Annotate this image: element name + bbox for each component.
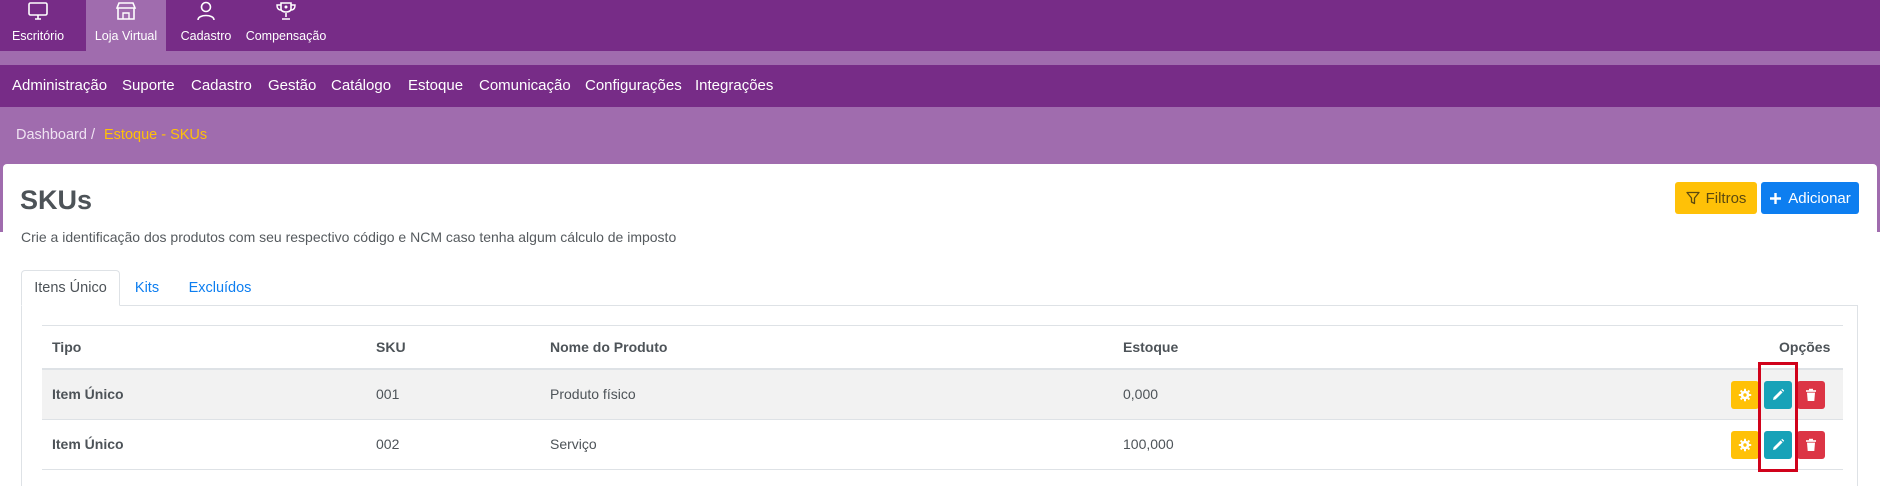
main-menu: Administração Suporte Cadastro Gestão Ca… (0, 65, 1880, 107)
add-button[interactable]: Adicionar (1761, 182, 1859, 214)
settings-button[interactable] (1731, 431, 1759, 459)
breadcrumb-dashboard[interactable]: Dashboard (16, 127, 87, 143)
page-subtitle: Crie a identificação dos produtos com se… (21, 229, 677, 245)
breadcrumb-current: Estoque - SKUs (104, 127, 208, 143)
breadcrumb-separator: / (91, 127, 96, 143)
cell-nome: Produto físico (550, 386, 636, 402)
table-row: Item Único 002 Serviço 100,000 (42, 420, 1843, 470)
table-row: Item Único 001 Produto físico 0,000 (42, 370, 1843, 420)
menu-item-gestao[interactable]: Gestão (268, 77, 316, 94)
filter-icon (1685, 191, 1700, 205)
monitor-icon (28, 2, 48, 20)
gear-icon (1738, 388, 1752, 402)
cell-sku: 002 (376, 436, 400, 452)
trash-icon (1806, 438, 1816, 451)
menu-item-configuracoes[interactable]: Configurações (585, 77, 682, 94)
cell-estoque: 0,000 (1123, 386, 1159, 402)
header-stripe (0, 51, 1880, 65)
cell-sku: 001 (376, 386, 400, 402)
tab-kits[interactable]: Kits (124, 270, 170, 306)
cell-tipo: Item Único (52, 436, 124, 452)
add-button-label: Adicionar (1788, 189, 1851, 207)
store-icon (115, 2, 137, 20)
page-title: SKUs (20, 185, 93, 215)
menu-item-administracao[interactable]: Administração (12, 77, 107, 94)
module-label: Cadastro (180, 29, 232, 43)
module-label: Loja Virtual (94, 29, 158, 43)
cell-estoque: 100,000 (1123, 436, 1174, 452)
column-header-estoque: Estoque (1123, 339, 1179, 355)
module-compensacao[interactable]: Compensação (244, 0, 328, 51)
menu-item-estoque[interactable]: Estoque (408, 77, 463, 94)
module-bar: Escritório Loja Virtual Cadastro Compens… (0, 0, 1880, 51)
column-header-sku: SKU (376, 339, 406, 355)
gear-icon (1738, 438, 1752, 452)
tab-itens-unico[interactable]: Itens Único (21, 270, 120, 306)
module-label: Compensação (245, 29, 327, 43)
trophy-icon (276, 2, 296, 20)
menu-item-cadastro[interactable]: Cadastro (191, 77, 252, 94)
table-header-top-border (42, 325, 1843, 326)
delete-button[interactable] (1797, 381, 1825, 409)
column-header-opcoes: Opções (1779, 339, 1831, 355)
tab-excluidos[interactable]: Excluídos (180, 270, 260, 306)
module-label: Escritório (11, 29, 65, 43)
menu-item-suporte[interactable]: Suporte (122, 77, 175, 94)
plus-icon (1770, 192, 1782, 204)
column-header-nome: Nome do Produto (550, 339, 668, 355)
module-cadastro[interactable]: Cadastro (172, 0, 240, 51)
delete-button[interactable] (1797, 431, 1825, 459)
user-icon (197, 1, 215, 21)
menu-item-integracoes[interactable]: Integrações (695, 77, 773, 94)
cell-nome: Serviço (550, 436, 597, 452)
column-header-tipo: Tipo (52, 339, 82, 355)
filter-button[interactable]: Filtros (1675, 182, 1757, 214)
edit-column-highlight (1758, 362, 1798, 472)
cell-tipo: Item Único (52, 386, 124, 402)
menu-item-catalogo[interactable]: Catálogo (331, 77, 391, 94)
trash-icon (1806, 388, 1816, 401)
menu-item-comunicacao[interactable]: Comunicação (479, 77, 571, 94)
module-escritorio[interactable]: Escritório (0, 0, 76, 51)
module-loja-virtual[interactable]: Loja Virtual (86, 0, 166, 51)
filter-button-label: Filtros (1705, 189, 1747, 207)
settings-button[interactable] (1731, 381, 1759, 409)
